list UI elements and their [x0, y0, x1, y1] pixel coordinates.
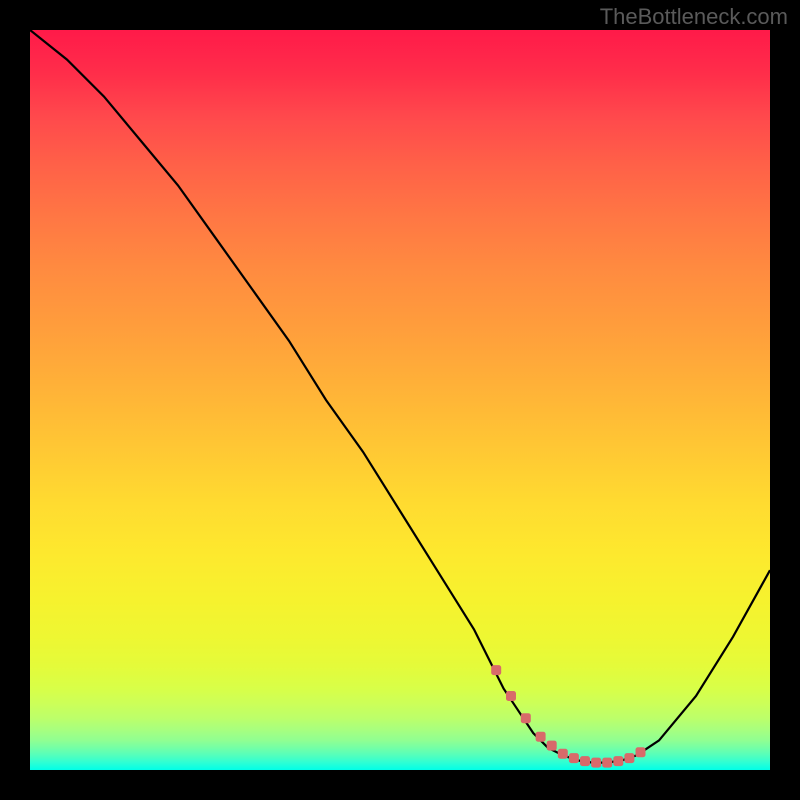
- optimal-marker: [636, 747, 646, 757]
- optimal-marker: [613, 756, 623, 766]
- bottleneck-curve-line: [30, 30, 770, 763]
- optimal-marker: [591, 758, 601, 768]
- optimal-marker: [558, 749, 568, 759]
- chart-plot-area: [30, 30, 770, 770]
- optimal-marker: [624, 753, 634, 763]
- optimal-marker: [569, 753, 579, 763]
- optimal-zone-markers: [491, 665, 645, 768]
- chart-svg: [30, 30, 770, 770]
- optimal-marker: [521, 713, 531, 723]
- optimal-marker: [506, 691, 516, 701]
- watermark-text: TheBottleneck.com: [600, 4, 788, 30]
- optimal-marker: [547, 741, 557, 751]
- optimal-marker: [580, 756, 590, 766]
- optimal-marker: [491, 665, 501, 675]
- optimal-marker: [536, 732, 546, 742]
- optimal-marker: [602, 758, 612, 768]
